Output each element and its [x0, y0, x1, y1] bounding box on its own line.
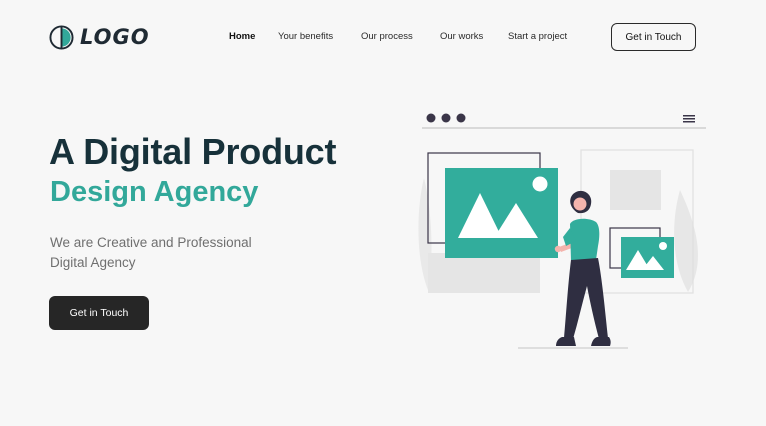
- hero-title-line-2: Design Agency: [50, 176, 259, 208]
- hamburger-menu-icon: [683, 115, 695, 123]
- hero-illustration: [418, 113, 706, 349]
- nav-item-start-a-project[interactable]: Start a project: [508, 31, 567, 42]
- person-figure-icon: [554, 190, 611, 346]
- nav-item-our-works[interactable]: Our works: [440, 31, 483, 42]
- logo-mark-icon: [49, 24, 74, 50]
- nav-item-your-benefits[interactable]: Your benefits: [278, 31, 333, 42]
- hero-title-line-1: A Digital Product: [49, 131, 337, 172]
- hero-subtitle: We are Creative and Professional Digital…: [50, 233, 310, 273]
- browser-dots-icon: [426, 113, 466, 123]
- logo-text: LOGO: [80, 25, 150, 49]
- header-get-in-touch-button[interactable]: Get in Touch: [611, 23, 696, 51]
- gray-block-left: [428, 253, 540, 293]
- logo[interactable]: LOGO: [49, 24, 150, 50]
- small-image-card-icon: [621, 237, 674, 278]
- hero-get-in-touch-button[interactable]: Get in Touch: [49, 296, 149, 330]
- gray-block-right: [610, 170, 661, 210]
- large-image-card-icon: [445, 168, 558, 258]
- hero-subtitle-line-1: We are Creative and Professional: [50, 235, 252, 250]
- leaf-right-decoration: [674, 190, 698, 292]
- hero-subtitle-line-2: Digital Agency: [50, 255, 136, 270]
- nav-item-our-process[interactable]: Our process: [361, 31, 413, 42]
- nav-item-home[interactable]: Home: [229, 31, 255, 42]
- top-navigation-bar: LOGO Home Your benefits Our process Our …: [0, 0, 766, 74]
